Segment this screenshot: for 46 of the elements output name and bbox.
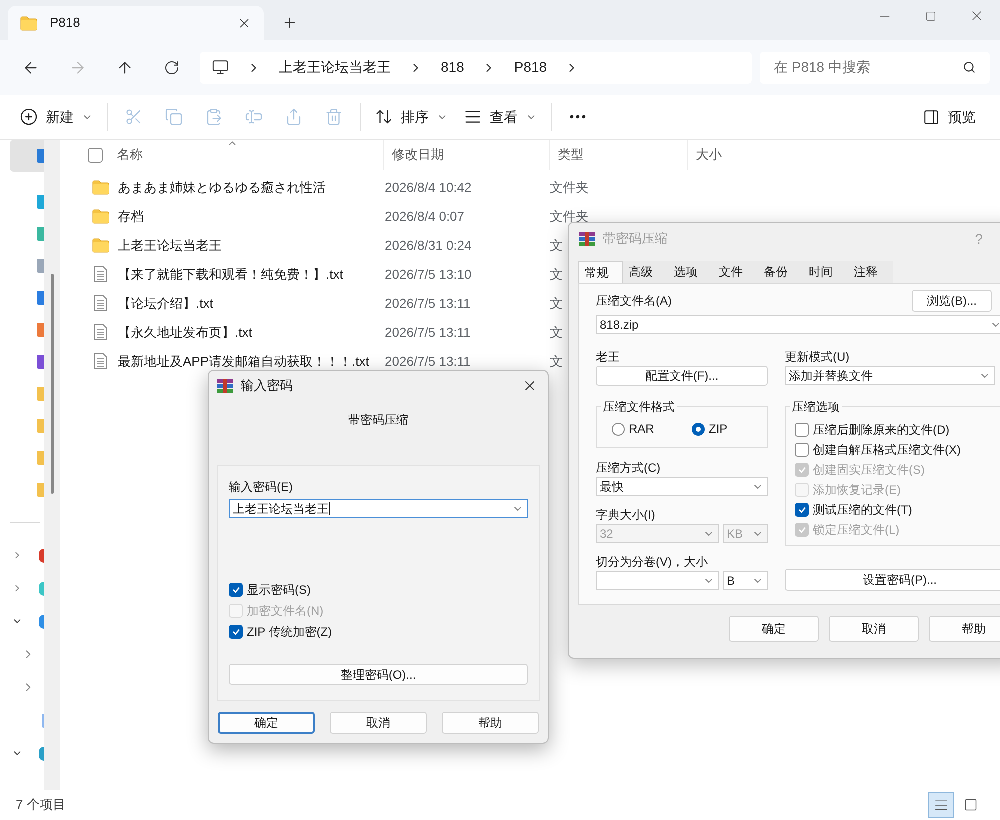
date-cell-text: 2026/7/5 13:11: [384, 324, 472, 342]
date-cell-text: 2026/8/31 0:24: [384, 236, 473, 255]
date-cell-text: 2026/8/4 0:07: [384, 208, 466, 226]
type-cell-text: 文: [550, 324, 563, 342]
type-cell-text: 文: [550, 266, 563, 284]
type-cell-text: 文: [550, 294, 563, 313]
field-label: 老王: [596, 349, 621, 366]
checkbox-label: 显示密码(S): [247, 582, 311, 599]
checkbox-label: 加密文件名(N): [247, 603, 324, 620]
checkbox-label: 添加恢复记录(E): [813, 482, 901, 499]
file-name: あまあま姉妹とゆるゆる癒され性活: [118, 178, 327, 197]
field-label: 更新模式(U): [785, 349, 851, 366]
date-cell-text: 2026/7/5 13:10: [384, 266, 473, 284]
checkbox-label: 测试压缩的文件(T): [813, 502, 912, 519]
field-label: 输入密码(E): [229, 479, 294, 496]
checkbox-label: ZIP 传统加密(Z): [247, 624, 332, 641]
tab-title: P818: [50, 14, 80, 32]
type-cell-text: 文: [550, 352, 563, 371]
group-title: 压缩选项: [790, 398, 842, 416]
file-name: 【永久地址发布页】.txt: [118, 324, 254, 342]
type-cell-text: 文件夹: [550, 178, 589, 197]
file-name: 【来了就能下载和观看！纯免费！】.txt: [118, 266, 344, 284]
file-name: 上老王论坛当老王: [118, 236, 223, 255]
file-name: 【论坛介绍】.txt: [118, 294, 214, 313]
checkbox-label: 创建自解压格式压缩文件(X): [813, 442, 961, 459]
type-cell-text: 文件夹: [550, 208, 589, 226]
type-cell-text: 文: [550, 236, 563, 255]
status-text: 7 个项目: [16, 796, 66, 814]
checkbox-label: 创建固实压缩文件(S): [813, 462, 925, 479]
radio-label: ZIP: [709, 421, 728, 438]
radio-label: RAR: [629, 421, 654, 438]
date-cell-text: 2026/8/4 10:42: [384, 178, 473, 197]
field-label: 切分为分卷(V)，大小: [596, 554, 709, 571]
file-name: 最新地址及APP请发邮箱自动获取！！！.txt: [118, 352, 370, 371]
checkbox-label: 压缩后删除原来的文件(D): [813, 422, 950, 439]
date-cell-text: 2026/7/5 13:11: [384, 294, 472, 313]
dialog-heading: 带密码压缩: [348, 412, 408, 429]
field-label: 压缩文件名(A): [596, 293, 672, 310]
checkbox-label: 锁定压缩文件(L): [813, 522, 900, 539]
dialog-title: 输入密码: [241, 377, 293, 396]
field-label: 压缩方式(C): [596, 460, 662, 477]
field-label: 字典大小(I): [596, 507, 656, 524]
date-cell-text: 2026/7/5 13:11: [384, 352, 472, 371]
dialog-title: 带密码压缩: [603, 230, 668, 248]
group-title: 压缩文件格式: [601, 398, 677, 416]
file-name: 存档: [118, 208, 145, 226]
